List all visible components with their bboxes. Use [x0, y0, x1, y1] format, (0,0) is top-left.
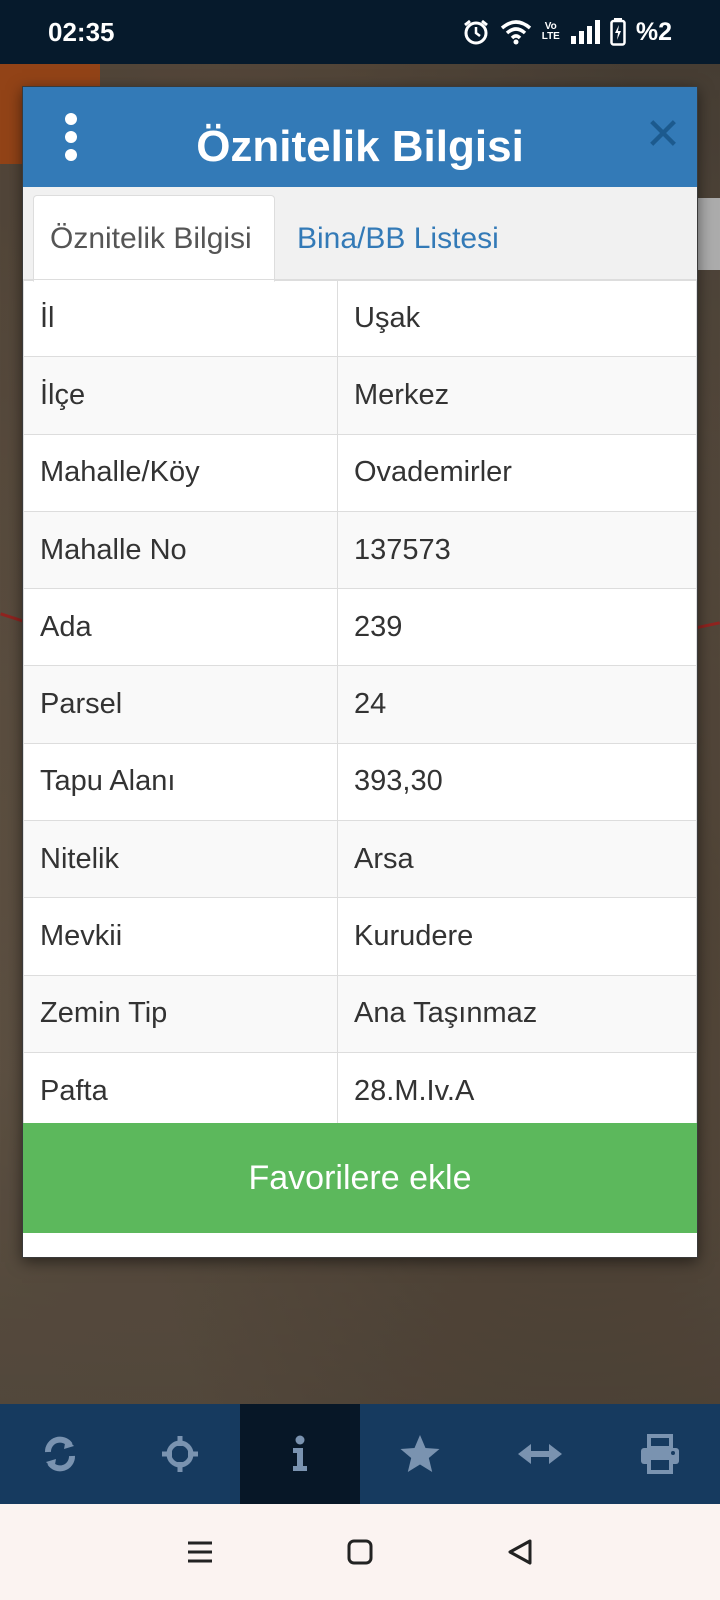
attribute-key: Pafta	[23, 1051, 338, 1131]
battery-charging-icon	[610, 18, 626, 46]
toolbar-print-button[interactable]	[600, 1404, 720, 1504]
attribute-key: Mevkii	[23, 897, 338, 976]
attribute-row: Mahalle No 137573	[23, 510, 697, 590]
refresh-icon	[45, 1436, 75, 1472]
toolbar-measure-button[interactable]	[480, 1404, 600, 1504]
battery-percentage: %2	[635, 17, 672, 46]
info-icon	[293, 1435, 307, 1471]
attribute-value: 24	[337, 665, 697, 744]
tab-building-list[interactable]: Bina/BB Listesi	[279, 195, 515, 282]
attribute-row: Mahalle/Köy Ovademirler	[23, 433, 697, 512]
attribute-value: 239	[337, 588, 697, 667]
back-triangle-icon[interactable]	[506, 1538, 534, 1566]
attribute-row: İlçe Merkez	[23, 356, 697, 435]
attribute-value: Ana Taşınmaz	[337, 974, 697, 1053]
attribute-row: Nitelik Arsa	[23, 820, 697, 899]
system-navigation-bar	[0, 1504, 720, 1600]
toolbar-favorites-button[interactable]	[360, 1404, 480, 1504]
alarm-icon	[463, 19, 488, 45]
attribute-value: Ovademirler	[337, 433, 697, 512]
attribute-value: Kurudere	[337, 897, 697, 976]
attribute-table: İl Uşak İlçe Merkez Mahalle/Köy Ovademirler Ma…	[23, 278, 697, 1131]
attribute-key: Zemin Tip	[23, 974, 338, 1053]
attribute-value: Arsa	[337, 820, 697, 899]
attribute-row: Pafta 28.M.Iv.A	[23, 1051, 697, 1131]
wifi-icon	[500, 20, 531, 45]
attribute-row: İl Uşak	[23, 278, 697, 358]
attribute-value: 137573	[337, 510, 697, 590]
status-time: 02:35	[48, 16, 115, 47]
attribute-row: Mevkii Kurudere	[23, 897, 697, 976]
dialog-tabs: Öznitelik Bilgisi Bina/BB Listesi	[23, 187, 697, 282]
attribute-value: 28.M.Iv.A	[337, 1051, 697, 1131]
close-icon[interactable]: ✕	[641, 113, 685, 157]
attribute-row: Tapu Alanı 393,30	[23, 742, 697, 822]
attribute-key: Mahalle/Köy	[23, 433, 338, 512]
add-to-favorites-button[interactable]: Favorilere ekle	[23, 1123, 697, 1233]
attribute-row: Ada 239	[23, 588, 697, 667]
map-toolbar	[0, 1404, 720, 1504]
attribute-value: Merkez	[337, 356, 697, 435]
attribute-key: İl	[23, 278, 338, 358]
toolbar-info-button[interactable]	[240, 1404, 360, 1504]
attribute-key: Mahalle No	[23, 510, 338, 590]
attribute-key: Parsel	[23, 665, 338, 744]
menu-icon[interactable]	[186, 1540, 214, 1564]
tab-attribute-info[interactable]: Öznitelik Bilgisi	[33, 195, 275, 282]
signal-icon	[570, 20, 600, 44]
attribute-info-dialog: Öznitelik Bilgisi ✕ Öznitelik Bilgisi Bi…	[22, 86, 698, 1258]
crosshair-icon	[162, 1436, 198, 1472]
attribute-key: Nitelik	[23, 820, 338, 899]
attribute-key: Ada	[23, 588, 338, 667]
dialog-title: Öznitelik Bilgisi	[196, 122, 524, 171]
status-icons: Vo LTE %2	[462, 18, 672, 47]
attribute-row: Parsel 24	[23, 665, 697, 744]
attribute-key: İlçe	[23, 356, 338, 435]
volte-icon: Vo LTE	[541, 21, 560, 42]
star-icon	[400, 1435, 440, 1472]
dialog-header: Öznitelik Bilgisi ✕	[23, 87, 697, 187]
toolbar-refresh-button[interactable]	[0, 1404, 120, 1504]
print-icon	[641, 1434, 679, 1474]
attribute-value: 393,30	[337, 742, 697, 822]
status-bar: 02:35 Vo LTE %2	[0, 0, 720, 64]
attribute-key: Tapu Alanı	[23, 742, 338, 822]
attribute-value: Uşak	[337, 278, 697, 358]
measure-arrows-icon	[518, 1444, 562, 1464]
attribute-row: Zemin Tip Ana Taşınmaz	[23, 974, 697, 1053]
toolbar-locate-button[interactable]	[120, 1404, 240, 1504]
home-square-icon[interactable]	[347, 1539, 373, 1565]
